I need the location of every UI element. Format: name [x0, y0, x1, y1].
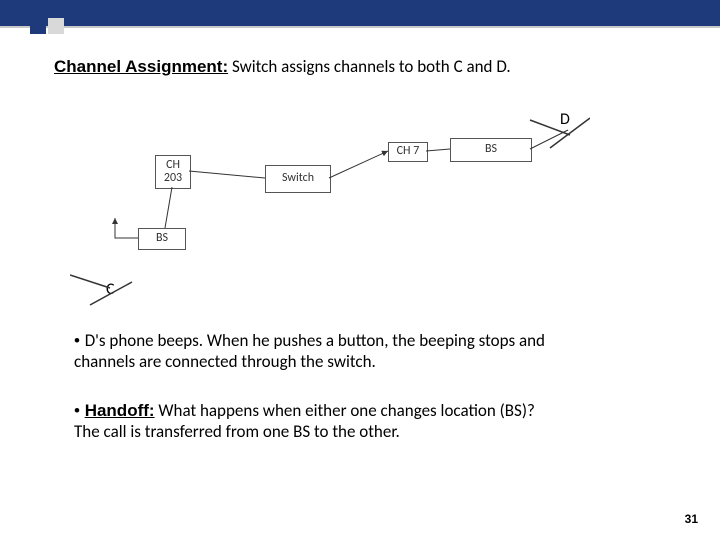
- bullet-2-line1-rest: What happens when either one changes loc…: [155, 400, 535, 421]
- heading-rest: Switch assigns channels to both C and D.: [228, 56, 511, 77]
- diagram-lines: [70, 110, 590, 310]
- top-bar: [0, 0, 720, 26]
- heading: Channel Assignment: Switch assigns chann…: [54, 56, 511, 77]
- bullet-2-line2: The call is transferred from one BS to t…: [74, 421, 400, 442]
- heading-label: Channel Assignment:: [54, 57, 228, 76]
- handoff-label: Handoff:: [85, 401, 155, 420]
- body-paragraph-1: • D's phone beeps. When he pushes a butt…: [74, 330, 654, 373]
- bullet-1-line2: channels are connected through the switc…: [74, 351, 376, 372]
- diagram: CH 203 BS C Switch CH 7 BS D: [70, 110, 590, 310]
- bullet-1-line1: D's phone beeps. When he pushes a button…: [85, 330, 545, 351]
- top-bar-underline: [0, 26, 720, 28]
- bullet-1-dot: •: [74, 331, 85, 350]
- accent-square-dark: [30, 18, 46, 34]
- page-number: 31: [685, 512, 698, 526]
- bullet-2-dot: •: [74, 401, 85, 420]
- body-paragraph-2: • Handoff: What happens when either one …: [74, 400, 654, 443]
- slide: Channel Assignment: Switch assigns chann…: [0, 0, 720, 540]
- accent-square-light: [48, 18, 64, 34]
